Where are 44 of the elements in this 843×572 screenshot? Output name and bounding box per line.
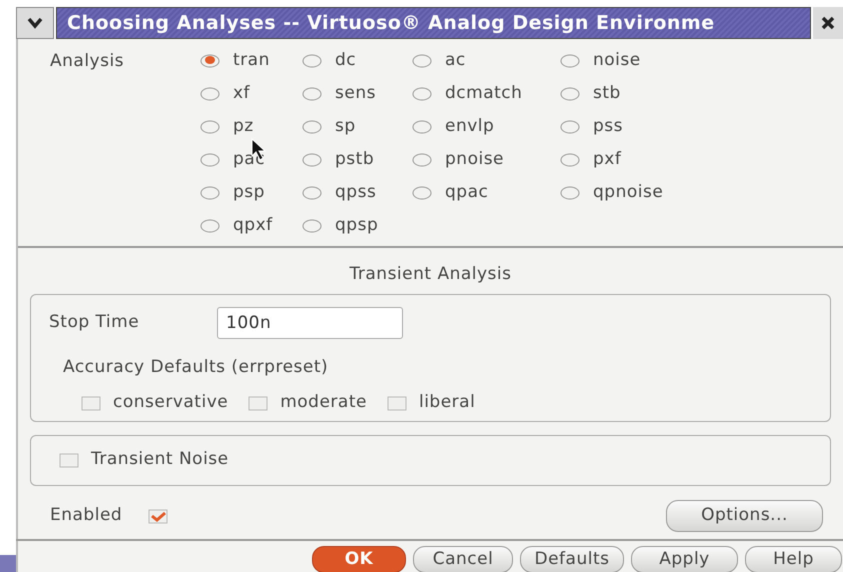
analysis-radio[interactable]: psp <box>200 181 302 205</box>
analysis-radio[interactable]: ac <box>412 49 560 73</box>
analysis-radio[interactable]: qpss <box>302 181 412 205</box>
analysis-radio[interactable]: pss <box>560 115 700 139</box>
analysis-radio[interactable]: dcmatch <box>412 82 560 106</box>
accuracy-checkbox[interactable]: liberal <box>386 390 476 416</box>
analysis-radio[interactable]: sp <box>302 115 412 139</box>
enabled-checkbox[interactable] <box>148 508 168 524</box>
dialog-button[interactable]: Cancel <box>413 546 513 572</box>
chevron-down-icon <box>27 17 43 29</box>
transient-noise-checkbox[interactable]: Transient Noise <box>59 447 229 473</box>
analysis-radio[interactable]: qpsp <box>302 214 412 238</box>
analysis-radio[interactable]: pstb <box>302 148 412 172</box>
close-icon <box>821 16 835 30</box>
analysis-radio[interactable]: sens <box>302 82 412 106</box>
window-menu-button[interactable] <box>16 7 54 39</box>
analysis-radio[interactable]: pnoise <box>412 148 560 172</box>
analysis-label: Analysis <box>49 50 126 73</box>
stop-time-field[interactable]: 100n <box>217 306 403 338</box>
analysis-radio[interactable]: noise <box>560 49 700 73</box>
ok-button[interactable]: OK <box>312 546 406 572</box>
accuracy-label: Accuracy Defaults (errpreset) <box>63 356 330 378</box>
analysis-radio[interactable]: qpxf <box>200 214 302 238</box>
accuracy-checkbox[interactable]: moderate <box>248 390 367 416</box>
accuracy-checkbox[interactable]: conservative <box>81 390 228 416</box>
options-button[interactable]: Options... <box>666 500 823 532</box>
analysis-radio[interactable]: envlp <box>412 115 560 139</box>
analysis-radio[interactable]: tran <box>200 49 302 73</box>
analysis-radio[interactable]: dc <box>302 49 412 73</box>
window-edge <box>0 555 16 572</box>
stop-time-label: Stop Time <box>49 310 140 334</box>
window-title: Choosing Analyses -- Virtuoso® Analog Design Environme <box>56 7 811 39</box>
analysis-radio[interactable]: xf <box>200 82 302 106</box>
dialog-button[interactable]: Help <box>745 546 842 572</box>
analysis-radio[interactable]: stb <box>560 82 700 106</box>
dialog-button[interactable]: Apply <box>631 546 738 572</box>
analysis-radio[interactable]: qpnoise <box>560 181 700 205</box>
close-button[interactable] <box>813 7 843 39</box>
analysis-radio[interactable]: qpac <box>412 181 560 205</box>
dialog-button[interactable]: Defaults <box>520 546 624 572</box>
enabled-label: Enabled <box>50 504 122 527</box>
analysis-radio[interactable]: pz <box>200 115 302 139</box>
section-title: Transient Analysis <box>348 263 512 286</box>
analysis-radio[interactable]: pxf <box>560 148 700 172</box>
